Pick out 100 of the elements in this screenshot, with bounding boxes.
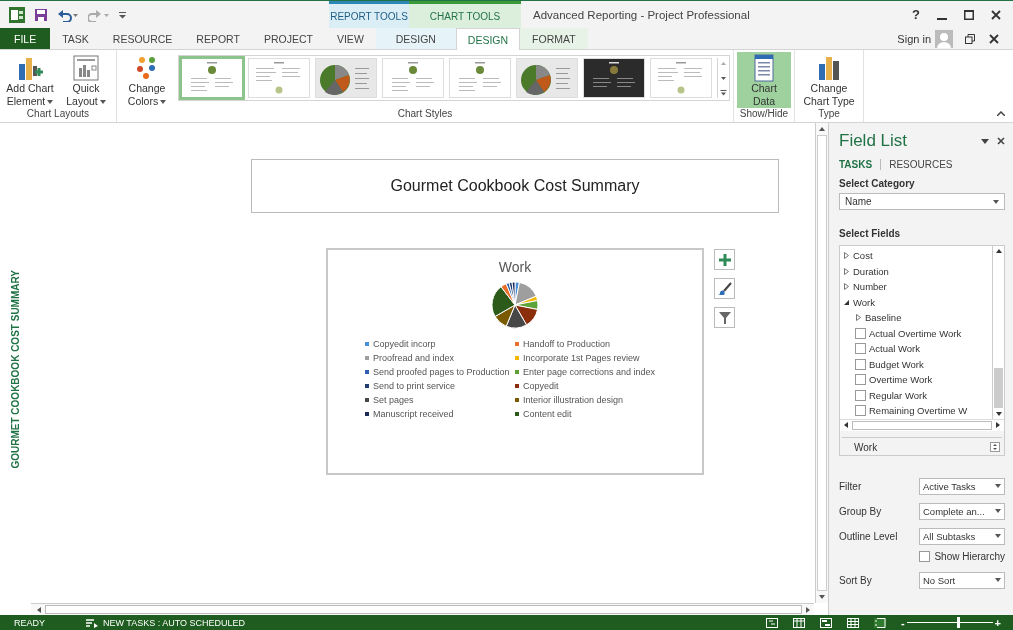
horizontal-scrollbar[interactable] [31, 603, 814, 615]
ribbon-tab[interactable]: FORMAT [520, 28, 588, 49]
field-label[interactable]: Actual Overtime Work [869, 327, 962, 339]
field-label[interactable]: Remaining Overtime W [869, 405, 968, 417]
quick-layout-button[interactable]: Quick Layout [59, 52, 113, 108]
scroll-left-icon[interactable] [35, 605, 43, 614]
field-group-label[interactable]: Number [853, 281, 887, 293]
restore-icon[interactable] [965, 33, 975, 44]
field-checkbox[interactable] [855, 374, 866, 386]
collapse-ribbon-icon[interactable] [997, 111, 1005, 116]
chart-title: Work [498, 259, 532, 275]
more-styles-icon[interactable] [719, 88, 728, 97]
option-dropdown[interactable]: Complete an... [919, 502, 1005, 520]
collapse-triangle-icon[interactable] [843, 298, 850, 306]
contextual-tab-group-label: REPORT TOOLS [329, 1, 409, 28]
ribbon-tab[interactable]: REPORT [184, 28, 252, 49]
chart-style-thumbnail[interactable] [449, 58, 511, 98]
report-title[interactable]: Gourmet Cookbook Cost Summary [251, 159, 779, 213]
panel-options-icon[interactable] [981, 138, 989, 144]
add-chart-element-button[interactable]: Add Chart Element [3, 52, 57, 108]
chart-styles-button[interactable] [714, 278, 735, 299]
field-label[interactable]: Regular Work [869, 389, 927, 401]
chart-data-button[interactable]: Chart Data [737, 52, 791, 108]
legend-label: Manuscript received [373, 409, 454, 419]
save-icon[interactable] [34, 7, 48, 22]
field-checkbox[interactable] [855, 405, 866, 417]
gantt-view-icon[interactable] [766, 617, 778, 628]
section-label: Select Fields [839, 228, 902, 239]
panel-tab[interactable]: TASKS [839, 159, 881, 170]
sign-in-link[interactable]: Sign in [897, 32, 931, 45]
scrollbar-thumb[interactable] [45, 605, 802, 614]
option-dropdown[interactable]: Active Tasks [919, 477, 1005, 495]
expand-triangle-icon[interactable] [843, 267, 850, 275]
chart-style-thumbnail[interactable] [650, 58, 712, 98]
category-dropdown[interactable]: Name [839, 193, 1005, 210]
chart-filters-button[interactable] [714, 307, 735, 328]
vertical-scrollbar[interactable] [992, 246, 1004, 419]
option-checkbox[interactable] [919, 550, 931, 562]
field-checkbox[interactable] [855, 389, 866, 401]
reorder-icon[interactable] [990, 442, 1000, 452]
field-label[interactable]: Budget Work [869, 358, 924, 370]
expand-triangle-icon[interactable] [855, 314, 862, 322]
field-label[interactable]: Overtime Work [869, 374, 933, 386]
chart-style-thumbnail[interactable] [248, 58, 310, 98]
chart-style-thumbnail[interactable] [516, 58, 578, 98]
report-view-icon[interactable] [874, 617, 886, 628]
scrollbar-thumb[interactable] [852, 420, 992, 430]
chart-style-thumbnail[interactable] [583, 58, 645, 98]
expand-triangle-icon[interactable] [843, 283, 850, 291]
ribbon-tab[interactable]: PROJECT [251, 28, 325, 49]
sheet-view-icon[interactable] [847, 617, 859, 628]
ribbon-tab[interactable]: DESIGN [375, 28, 456, 49]
customize-toolbar-icon[interactable] [119, 10, 127, 19]
chart-elements-button[interactable] [714, 249, 735, 270]
calendar-view-icon[interactable] [793, 617, 805, 628]
option-dropdown[interactable]: No Sort [919, 571, 1005, 589]
scrollbar-thumb[interactable] [817, 135, 827, 591]
field-group-label[interactable]: Duration [853, 265, 889, 277]
ribbon-tab[interactable]: FILE [0, 28, 51, 49]
change-colors-button[interactable]: Change Colors [120, 52, 174, 108]
scroll-up-icon[interactable] [818, 125, 826, 133]
ribbon-tab[interactable]: TASK [50, 28, 101, 49]
ribbon-tab[interactable]: RESOURCE [100, 28, 185, 49]
close-icon[interactable] [991, 9, 1001, 20]
scroll-right-icon[interactable] [804, 605, 812, 614]
close-icon[interactable] [997, 137, 1005, 145]
zoom-slider[interactable]: - + [901, 616, 1001, 629]
legend-label: Set pages [373, 395, 414, 405]
field-checkbox[interactable] [855, 358, 866, 370]
field-checkbox[interactable] [855, 327, 866, 339]
close-icon[interactable] [989, 33, 999, 44]
ribbon-tab[interactable]: VIEW [324, 28, 376, 49]
field-group-label[interactable]: Baseline [865, 312, 902, 324]
scroll-down-icon[interactable] [818, 593, 826, 601]
vertical-scrollbar[interactable] [815, 123, 828, 603]
chart-style-thumbnail[interactable] [181, 58, 243, 98]
scroll-up-icon[interactable] [994, 247, 1003, 255]
field-label[interactable]: Actual Work [869, 343, 921, 355]
scroll-left-icon[interactable] [842, 421, 850, 429]
zoom-slider-thumb[interactable] [957, 617, 961, 628]
undo-icon[interactable] [57, 7, 79, 22]
checkbox-label[interactable]: Show Hierarchy [934, 550, 1005, 562]
field-group-label[interactable]: Work [853, 296, 875, 308]
chart-frame[interactable] [326, 248, 704, 475]
chart-style-thumbnail[interactable] [315, 58, 377, 98]
panel-tab[interactable]: RESOURCES [880, 159, 961, 170]
expand-triangle-icon[interactable] [843, 252, 850, 260]
zoom-in-button[interactable]: + [994, 616, 1001, 629]
maximize-icon[interactable] [964, 9, 974, 20]
scroll-right-icon[interactable] [994, 421, 1002, 429]
help-button[interactable]: ? [912, 7, 920, 22]
change-chart-type-button[interactable]: Change Chart Type [798, 52, 860, 108]
scrollbar-thumb[interactable] [994, 367, 1003, 408]
option-dropdown[interactable]: All Subtasks [919, 527, 1005, 545]
field-checkbox[interactable] [855, 343, 866, 355]
field-group-label[interactable]: Cost [853, 250, 873, 262]
ribbon-tab[interactable]: DESIGN [455, 28, 521, 50]
zoom-out-button[interactable]: - [901, 616, 905, 629]
chart-style-thumbnail[interactable] [382, 58, 444, 98]
status-text[interactable]: NEW TASKS : AUTO SCHEDULED [103, 617, 246, 628]
